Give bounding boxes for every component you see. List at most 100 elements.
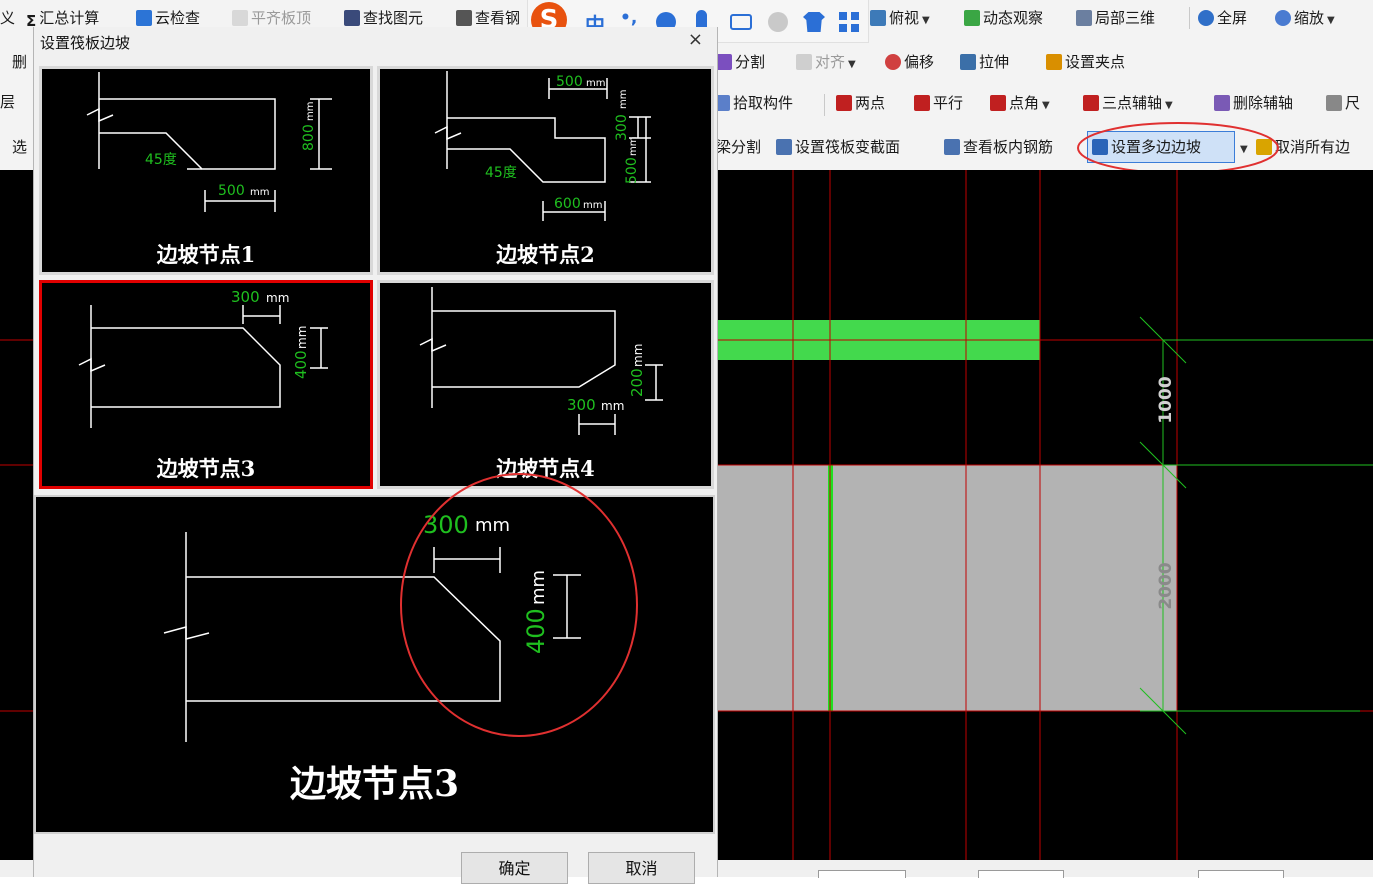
annotation-ellipse-preview bbox=[400, 473, 638, 737]
node-2-bottom-value: 600 bbox=[554, 196, 581, 212]
node-2-top-unit: mm bbox=[586, 78, 605, 89]
dynamic-view-button[interactable]: 动态观察 bbox=[964, 3, 1043, 33]
top-view-button[interactable]: 俯视 ▼ bbox=[870, 3, 930, 33]
stretch-icon bbox=[960, 54, 976, 70]
node-1-height-unit: mm bbox=[305, 102, 316, 121]
node-2-step-unit: mm bbox=[618, 90, 629, 109]
point-angle-label: 点角 bbox=[1009, 94, 1040, 112]
fullscreen-button[interactable]: 全屏 bbox=[1198, 3, 1247, 33]
slope-node-2-option[interactable]: 500 mm 45度 300 mm 500 mm 600 mm 边坡节点2 bbox=[377, 66, 714, 275]
delete-button[interactable]: 删 bbox=[12, 47, 27, 77]
node-2-bottom-unit: mm bbox=[583, 200, 602, 211]
node-4-height-value: 200 bbox=[628, 368, 646, 397]
align-label: 对齐 bbox=[815, 53, 846, 71]
zoom-label: 缩放 bbox=[1294, 9, 1325, 27]
three-point-axis-button[interactable]: 三点辅轴 ▼ bbox=[1083, 88, 1173, 118]
split-button[interactable]: 分割 bbox=[716, 47, 765, 77]
angle-icon bbox=[990, 95, 1006, 111]
dimension-button[interactable]: 尺 bbox=[1326, 88, 1360, 118]
close-icon[interactable]: × bbox=[688, 29, 703, 50]
cancel-all-label: 取消所有边 bbox=[1275, 138, 1351, 156]
sum-calc-label: 汇总计算 bbox=[39, 9, 100, 27]
dropdown-arrow-icon[interactable]: ▼ bbox=[1165, 100, 1173, 111]
dialog-title: 设置筏板边坡 bbox=[40, 34, 131, 52]
ime-punct-button[interactable]: •, bbox=[620, 8, 637, 28]
node-3-width-unit: mm bbox=[266, 291, 289, 305]
local-3d-label: 局部三维 bbox=[1095, 9, 1156, 27]
node-2-top-value: 500 bbox=[556, 74, 583, 90]
layer-item[interactable]: 层 bbox=[0, 87, 15, 117]
point-angle-button[interactable]: 点角 ▼ bbox=[990, 88, 1050, 118]
split-label: 分割 bbox=[735, 53, 766, 71]
stretch-button[interactable]: 拉伸 bbox=[960, 47, 1009, 77]
slope-node-1-option[interactable]: 45度 500 mm 800 mm 边坡节点1 bbox=[39, 66, 373, 275]
align-button[interactable]: 对齐 ▼ bbox=[796, 47, 856, 77]
align-icon bbox=[796, 54, 812, 70]
layers-icon bbox=[1076, 10, 1092, 26]
user-icon[interactable] bbox=[768, 12, 788, 32]
cloud-check-label: 云检查 bbox=[155, 9, 201, 27]
parallel-icon bbox=[914, 95, 930, 111]
two-points-button[interactable]: 两点 bbox=[836, 88, 885, 118]
dropdown-arrow-icon[interactable]: ▼ bbox=[848, 59, 856, 70]
dropdown-arrow-icon[interactable]: ▼ bbox=[922, 15, 930, 26]
define-item[interactable]: 义 bbox=[0, 3, 15, 33]
ok-button[interactable]: 确定 bbox=[461, 852, 568, 884]
preview-label: 边坡节点3 bbox=[289, 763, 460, 805]
fullscreen-icon bbox=[1198, 10, 1214, 26]
apps-grid-icon[interactable] bbox=[839, 12, 859, 32]
delete-axis-button[interactable]: 删除辅轴 bbox=[1214, 88, 1293, 118]
find-element-label: 查找图元 bbox=[363, 9, 424, 27]
node-2-angle: 45度 bbox=[485, 165, 517, 181]
parallel-button[interactable]: 平行 bbox=[914, 88, 963, 118]
eraser-icon bbox=[1214, 95, 1230, 111]
cancel-button[interactable]: 取消 bbox=[588, 852, 695, 884]
three-point-icon bbox=[1083, 95, 1099, 111]
offset-button[interactable]: 偏移 bbox=[885, 47, 934, 77]
delete-axis-label: 删除辅轴 bbox=[1233, 94, 1294, 112]
node-4-width-unit: mm bbox=[601, 399, 624, 413]
flush-icon bbox=[232, 10, 248, 26]
fullscreen-label: 全屏 bbox=[1217, 9, 1248, 27]
slope-node-2-label: 边坡节点2 bbox=[496, 242, 595, 267]
two-points-label: 两点 bbox=[855, 94, 886, 112]
set-section-button[interactable]: 设置筏板变截面 bbox=[776, 132, 900, 162]
slab-region bbox=[716, 465, 1177, 711]
skin-shirt-icon[interactable] bbox=[803, 12, 825, 32]
node-4-width-value: 300 bbox=[567, 396, 596, 414]
toolbar-separator bbox=[824, 94, 825, 116]
node-4-height-unit: mm bbox=[631, 344, 645, 367]
node-3-height-value: 400 bbox=[292, 350, 310, 379]
dimension-2000-text: 2000 bbox=[1156, 562, 1176, 609]
slope-node-4-option[interactable]: 200 mm 300 mm 边坡节点4 bbox=[377, 280, 714, 489]
node-1-height-value: 800 bbox=[301, 124, 317, 151]
dimension-icon bbox=[1326, 95, 1342, 111]
dynamic-view-label: 动态观察 bbox=[983, 9, 1044, 27]
beam-split-button[interactable]: 梁分割 bbox=[716, 132, 761, 162]
steel-icon bbox=[456, 10, 472, 26]
view-rebar-button[interactable]: 查看板内钢筋 bbox=[944, 132, 1053, 162]
node-1-width-unit: mm bbox=[250, 187, 269, 198]
rotate-icon bbox=[964, 10, 980, 26]
stretch-label: 拉伸 bbox=[979, 53, 1010, 71]
split-icon bbox=[716, 54, 732, 70]
section-icon bbox=[776, 139, 792, 155]
pick-label: 拾取构件 bbox=[733, 94, 794, 112]
offset-icon bbox=[885, 54, 901, 70]
dimension-label: 尺 bbox=[1345, 94, 1361, 112]
three-point-label: 三点辅轴 bbox=[1102, 94, 1163, 112]
top-view-label: 俯视 bbox=[889, 9, 920, 27]
zoom-button[interactable]: 缩放 ▼ bbox=[1275, 3, 1335, 33]
sigma-icon: Σ bbox=[26, 12, 37, 30]
axis-icon bbox=[836, 95, 852, 111]
grip-button[interactable]: 设置夹点 bbox=[1046, 47, 1125, 77]
slope-node-1-label: 边坡节点1 bbox=[156, 242, 256, 267]
dropdown-arrow-icon[interactable]: ▼ bbox=[1042, 100, 1050, 111]
grip-label: 设置夹点 bbox=[1065, 53, 1126, 71]
keyboard-icon[interactable] bbox=[730, 14, 752, 30]
slope-node-3-option[interactable]: 300 mm 400 mm 边坡节点3 bbox=[39, 280, 373, 489]
pick-component-button[interactable]: 拾取构件 bbox=[714, 88, 793, 118]
dropdown-arrow-icon[interactable]: ▼ bbox=[1327, 15, 1335, 26]
local-3d-button[interactable]: 局部三维 bbox=[1076, 3, 1155, 33]
select-item[interactable]: 选 bbox=[12, 132, 27, 162]
